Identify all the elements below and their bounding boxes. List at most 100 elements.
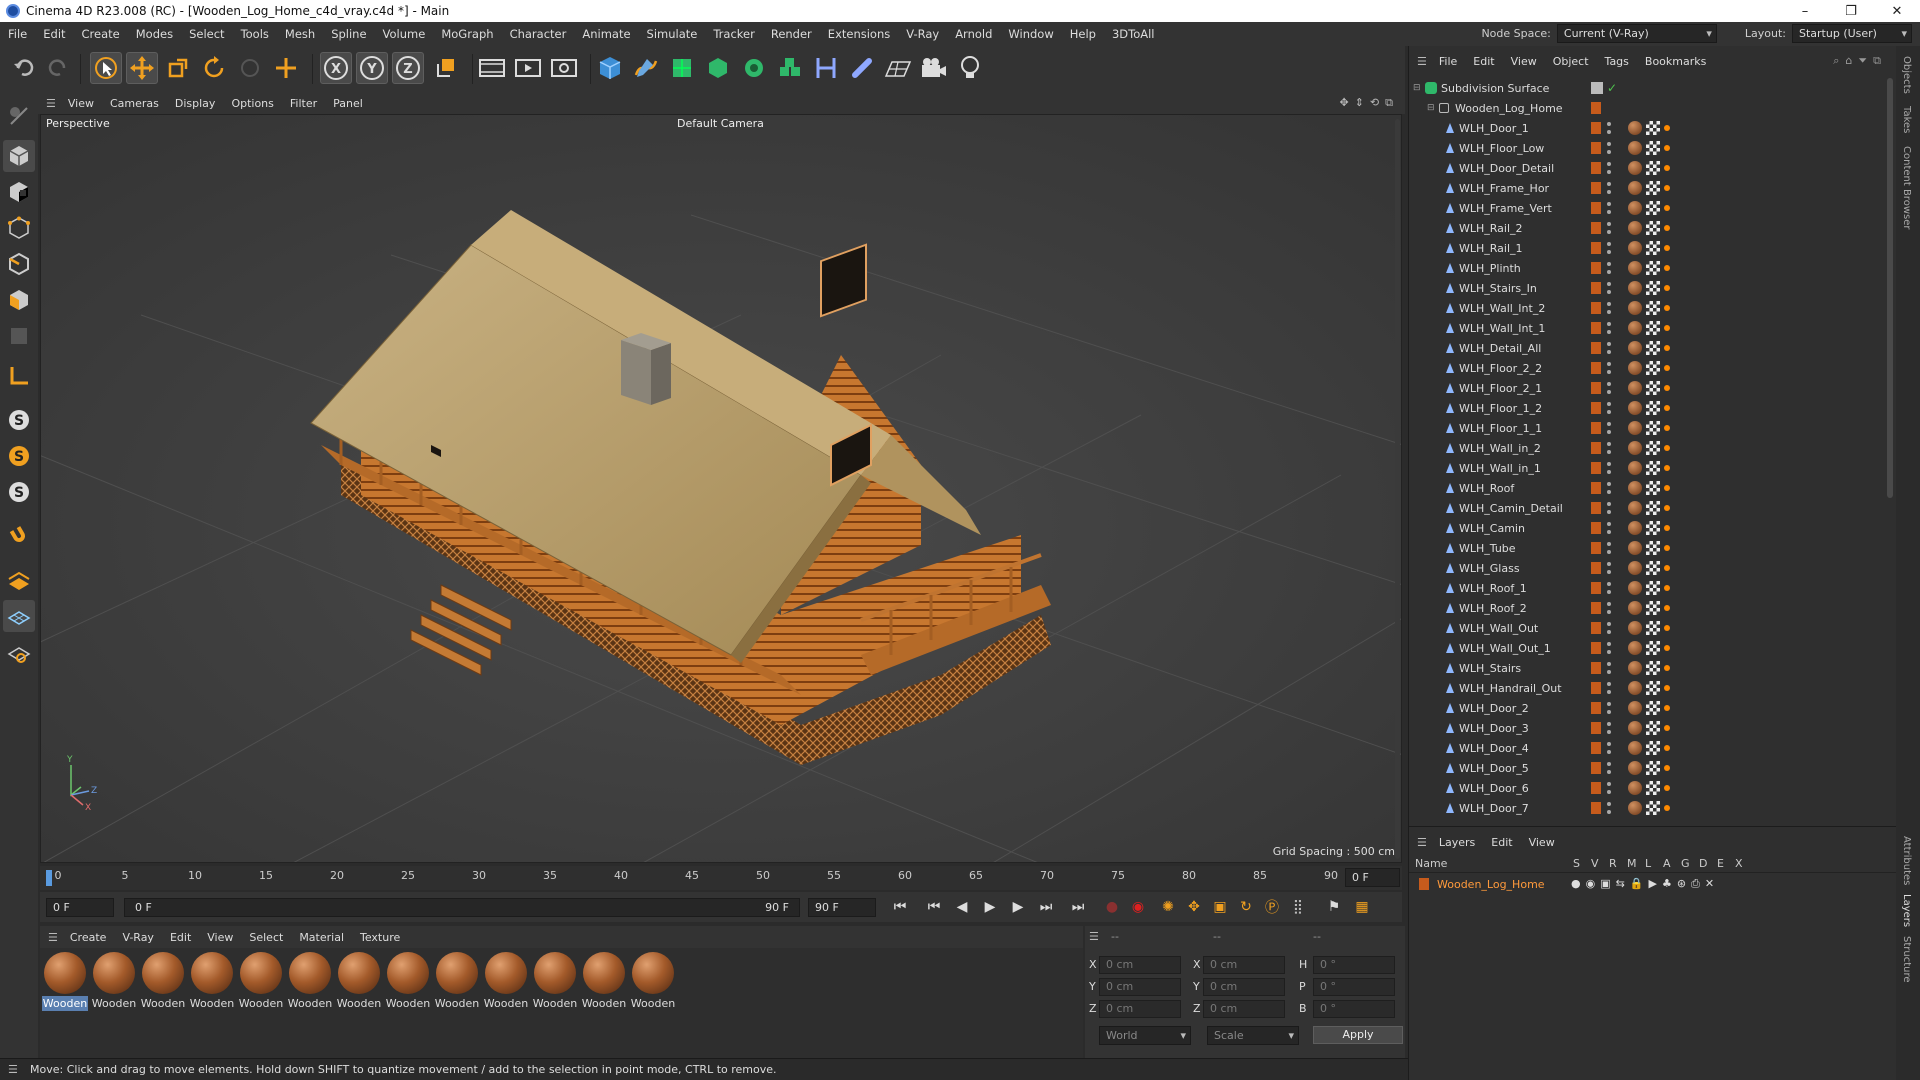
live-selection-icon[interactable]: [90, 52, 122, 84]
layer-color-chip[interactable]: [1591, 122, 1601, 134]
layer-color-chip[interactable]: [1591, 522, 1601, 534]
object-menu-tags[interactable]: Tags: [1597, 55, 1637, 68]
add-object-icon[interactable]: [270, 52, 302, 84]
z-axis-lock-icon[interactable]: Z: [392, 52, 424, 84]
tab-content-browser[interactable]: Content Browser: [1901, 146, 1912, 229]
object-search-filter-icons[interactable]: ⌕⌂⏷⧉: [1833, 54, 1887, 68]
rotation-b-field[interactable]: 0 °: [1313, 1000, 1395, 1018]
object-row[interactable]: WLH_Door_7: [1409, 798, 1889, 818]
object-row[interactable]: WLH_Detail_All: [1409, 338, 1889, 358]
visibility-dots-icon[interactable]: [1607, 222, 1611, 234]
layer-color-chip[interactable]: [1591, 442, 1601, 454]
layer-menu-edit[interactable]: Edit: [1483, 836, 1520, 849]
x-axis-lock-icon[interactable]: X: [320, 52, 352, 84]
record-keys-icon[interactable]: ●: [1100, 896, 1124, 918]
material-swatch[interactable]: Wooden: [385, 952, 431, 1011]
apply-button[interactable]: Apply: [1313, 1026, 1403, 1044]
vray-tag-icon[interactable]: [1664, 745, 1670, 751]
uvw-tag-icon[interactable]: [1646, 381, 1660, 395]
vray-tag-icon[interactable]: [1664, 665, 1670, 671]
layer-color-chip[interactable]: [1591, 662, 1601, 674]
light-icon[interactable]: [954, 52, 986, 84]
material-tag-icon[interactable]: [1628, 261, 1642, 275]
menu-render[interactable]: Render: [763, 27, 820, 41]
layer-color-chip[interactable]: [1591, 162, 1601, 174]
floor-environment-icon[interactable]: [882, 52, 914, 84]
snap-settings-icon[interactable]: S: [3, 440, 35, 472]
layer-color-chip[interactable]: [1591, 362, 1601, 374]
mograph-cloner-icon[interactable]: [774, 52, 806, 84]
viewport-menu-view[interactable]: View: [60, 97, 102, 110]
object-row[interactable]: WLH_Wall_Int_2: [1409, 298, 1889, 318]
layer-row[interactable]: Wooden_Log_Home ●◉▣⇆🔒▶♣⊛⎙✕: [1409, 877, 1897, 895]
viewport-camera-label[interactable]: Default Camera: [677, 117, 764, 130]
vray-tag-icon[interactable]: [1664, 285, 1670, 291]
snap-icon[interactable]: S: [3, 404, 35, 436]
object-row[interactable]: WLH_Stairs_In: [1409, 278, 1889, 298]
node-space-dropdown[interactable]: Current (V-Ray): [1556, 24, 1717, 43]
layer-color-chip[interactable]: [1591, 142, 1601, 154]
object-menu-edit[interactable]: Edit: [1465, 55, 1502, 68]
material-tag-icon[interactable]: [1628, 601, 1642, 615]
material-swatch[interactable]: Wooden: [483, 952, 529, 1011]
tab-attributes[interactable]: Attributes: [1901, 836, 1912, 885]
uvw-tag-icon[interactable]: [1646, 181, 1660, 195]
layer-menu-layers[interactable]: Layers: [1431, 836, 1483, 849]
visibility-dots-icon[interactable]: [1607, 702, 1611, 714]
uvw-tag-icon[interactable]: [1646, 561, 1660, 575]
material-tag-icon[interactable]: [1628, 501, 1642, 515]
layer-color-chip[interactable]: [1591, 182, 1601, 194]
material-tag-icon[interactable]: [1628, 281, 1642, 295]
move-tool-icon[interactable]: [126, 52, 158, 84]
material-swatch[interactable]: Wooden: [434, 952, 480, 1011]
field-icon[interactable]: [846, 52, 878, 84]
object-row[interactable]: WLH_Floor_2_1: [1409, 378, 1889, 398]
material-swatch[interactable]: Wooden: [581, 952, 627, 1011]
object-row-group[interactable]: ⊟ Wooden_Log_Home: [1409, 98, 1889, 118]
object-row[interactable]: WLH_Door_5: [1409, 758, 1889, 778]
camera-icon[interactable]: [918, 52, 950, 84]
polygons-mode-icon[interactable]: [3, 284, 35, 316]
tab-takes[interactable]: Takes: [1901, 106, 1912, 133]
uv-mode-icon[interactable]: [3, 320, 35, 352]
layer-color-chip[interactable]: [1591, 102, 1601, 114]
uvw-tag-icon[interactable]: [1646, 721, 1660, 735]
layer-color-chip[interactable]: [1591, 282, 1601, 294]
edges-mode-icon[interactable]: [3, 248, 35, 280]
visibility-dots-icon[interactable]: [1607, 782, 1611, 794]
layer-name[interactable]: Wooden_Log_Home: [1437, 878, 1545, 891]
keyframe-selection-icon[interactable]: ✺: [1156, 896, 1180, 918]
menu-simulate[interactable]: Simulate: [639, 27, 706, 41]
viewport-scrollbar[interactable]: [1395, 119, 1400, 859]
menu-help[interactable]: Help: [1062, 27, 1104, 41]
vray-tag-icon[interactable]: [1664, 485, 1670, 491]
deformer-icon[interactable]: [810, 52, 842, 84]
extrude-generator-icon[interactable]: [702, 52, 734, 84]
tab-structure[interactable]: Structure: [1901, 936, 1912, 983]
material-menu-select[interactable]: Select: [241, 931, 291, 944]
visibility-dots-icon[interactable]: [1607, 682, 1611, 694]
current-frame-field[interactable]: 0 F: [1345, 868, 1400, 887]
material-tag-icon[interactable]: [1628, 721, 1642, 735]
material-swatch[interactable]: Wooden: [189, 952, 235, 1011]
maximize-button[interactable]: ❐: [1828, 0, 1874, 22]
uvw-tag-icon[interactable]: [1646, 241, 1660, 255]
locked-workplane-icon[interactable]: [3, 636, 35, 668]
coordinate-system-icon[interactable]: [430, 52, 462, 84]
menu-spline[interactable]: Spline: [323, 27, 374, 41]
visibility-dots-icon[interactable]: [1607, 662, 1611, 674]
vray-tag-icon[interactable]: [1664, 585, 1670, 591]
material-tag-icon[interactable]: [1628, 241, 1642, 255]
vray-tag-icon[interactable]: [1664, 445, 1670, 451]
material-tag-icon[interactable]: [1628, 201, 1642, 215]
render-view-icon[interactable]: [476, 52, 508, 84]
close-button[interactable]: ✕: [1874, 0, 1920, 22]
position-key-icon[interactable]: ✥: [1182, 896, 1206, 918]
end-frame-field[interactable]: 90 F: [808, 898, 876, 917]
layer-color-chip[interactable]: [1591, 762, 1601, 774]
layer-color-chip[interactable]: [1591, 622, 1601, 634]
material-swatch[interactable]: Wooden: [630, 952, 676, 1011]
menu-volume[interactable]: Volume: [375, 27, 434, 41]
vray-tag-icon[interactable]: [1664, 705, 1670, 711]
layer-color-chip[interactable]: [1591, 682, 1601, 694]
